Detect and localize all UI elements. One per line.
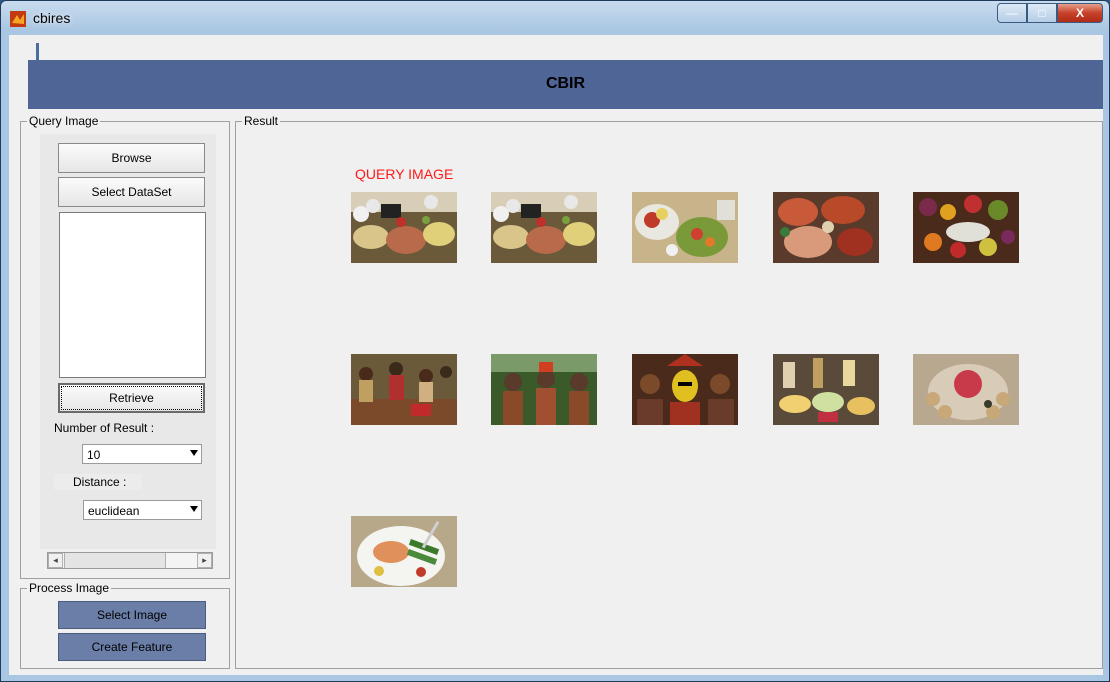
retrieve-button[interactable]: Retrieve <box>58 383 205 413</box>
distance-label: Distance : <box>54 474 143 490</box>
query-image-label: QUERY IMAGE <box>355 166 454 182</box>
scroll-right-icon[interactable]: ▸ <box>197 553 212 568</box>
decorated-plate-image <box>913 354 1019 425</box>
query-image-panel: Query Image Browse Select DataSet Retrie… <box>20 114 230 579</box>
painted-warriors-image <box>491 354 597 425</box>
result-panel: Result QUERY IMAGE <box>235 114 1103 669</box>
fruit-platter-image <box>913 192 1019 263</box>
food-platter-image <box>351 192 457 263</box>
result-panel-label: Result <box>242 114 281 128</box>
number-of-result-label: Number of Result : <box>54 421 155 435</box>
food-platter-image <box>491 192 597 263</box>
horizontal-scrollbar[interactable]: ◂ ▸ <box>47 552 213 569</box>
meat-fish-platter-image <box>773 192 879 263</box>
browse-button[interactable]: Browse <box>58 143 205 173</box>
select-image-button[interactable]: Select Image <box>58 601 206 629</box>
query-image-panel-label: Query Image <box>27 114 101 128</box>
dropdown-arrow-icon <box>190 450 198 456</box>
process-image-panel: Process Image Select Image Create Featur… <box>20 581 230 669</box>
distance-value: euclidean <box>88 504 140 518</box>
number-of-result-value: 10 <box>87 448 101 462</box>
minimize-button[interactable]: — <box>997 3 1027 23</box>
scrollbar-thumb[interactable] <box>64 553 166 568</box>
tribal-face-paint-image <box>632 354 738 425</box>
salad-vegetables-image <box>632 192 738 263</box>
window-title: cbires <box>33 10 71 26</box>
scroll-left-icon[interactable]: ◂ <box>48 553 63 568</box>
header-banner: CBIR <box>28 60 1103 109</box>
figure-client-area: CBIR Query Image Browse Select DataSet R… <box>9 35 1103 675</box>
dropdown-arrow-icon <box>190 506 198 512</box>
matlab-app-icon <box>10 11 26 27</box>
maximize-button[interactable]: □ <box>1027 3 1057 23</box>
cheese-wine-image <box>773 354 879 425</box>
banner-title: CBIR <box>545 75 586 92</box>
application-window: cbires — □ X CBIR Query Image Browse Sel… <box>0 0 1110 682</box>
small-axes-bar <box>36 43 39 61</box>
number-of-result-dropdown[interactable]: 10 <box>82 444 202 464</box>
crowd-people-image <box>351 354 457 425</box>
create-feature-button[interactable]: Create Feature <box>58 633 206 661</box>
window-controls: — □ X <box>997 3 1103 23</box>
distance-dropdown[interactable]: euclidean <box>83 500 202 520</box>
select-dataset-button[interactable]: Select DataSet <box>58 177 205 207</box>
close-button[interactable]: X <box>1057 3 1103 23</box>
process-image-panel-label: Process Image <box>27 581 112 595</box>
title-bar[interactable]: cbires — □ X <box>1 1 1109 35</box>
dataset-listbox[interactable] <box>59 212 206 378</box>
fish-dinner-plate-image <box>351 516 457 587</box>
